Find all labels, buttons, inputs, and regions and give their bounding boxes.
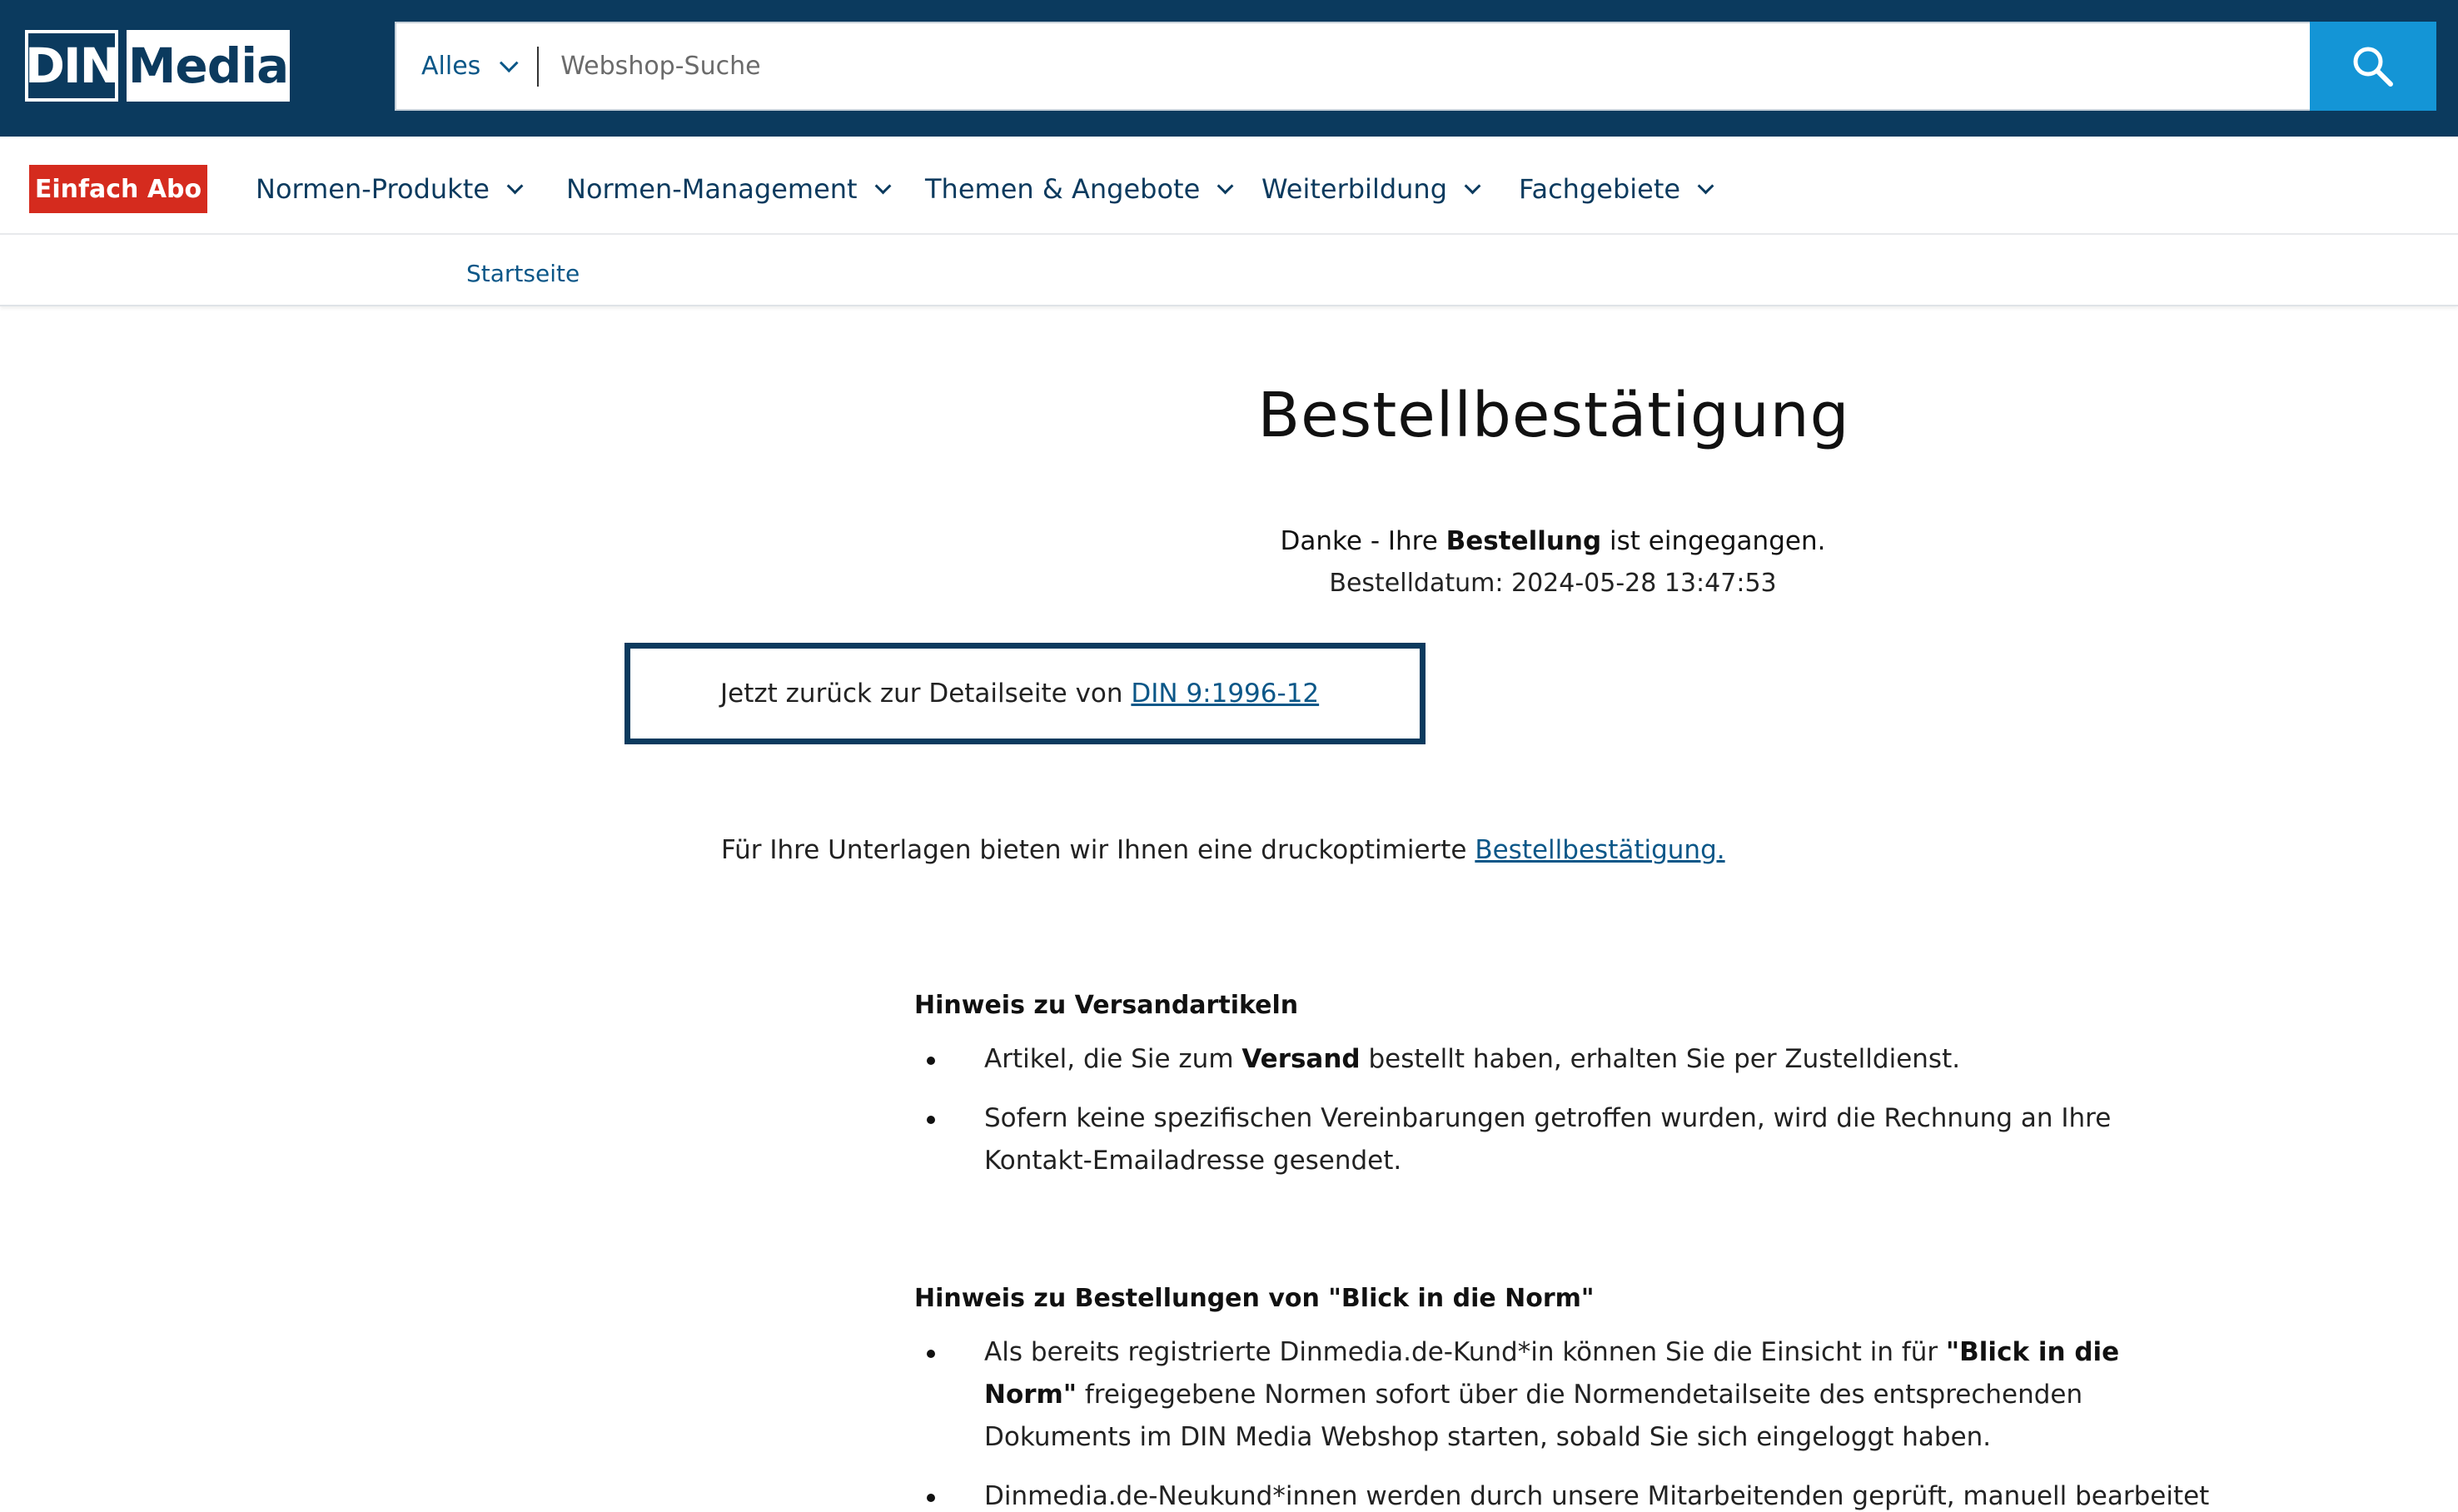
- chevron-down-icon: [1217, 177, 1234, 195]
- nav-item-label: Normen-Management: [566, 173, 858, 205]
- breadcrumb: Startseite: [0, 235, 2458, 306]
- nav-item-label: Themen & Angebote: [925, 173, 1201, 205]
- search-scope-select[interactable]: Alles: [396, 23, 537, 109]
- list-item-text-post: bestellt haben, erhalten Sie per Zustell…: [1360, 1044, 1961, 1074]
- search-bar: Alles: [395, 22, 2436, 111]
- page-title: Bestellbestätigung: [1257, 380, 1850, 451]
- thanks-text-post: ist eingegangen.: [1601, 526, 1826, 556]
- nav-item-themen-angebote[interactable]: Themen & Angebote: [925, 165, 1234, 213]
- breadcrumb-home-link[interactable]: Startseite: [466, 260, 580, 287]
- einfach-abo-button[interactable]: Einfach Abo: [29, 165, 207, 213]
- thanks-text-pre: Danke - Ihre: [1280, 526, 1446, 556]
- din-media-logo[interactable]: DIN Media: [25, 30, 290, 102]
- print-confirmation-link[interactable]: Bestellbestätigung.: [1475, 835, 1724, 865]
- shipping-notice-section: Hinweis zu Versandartikeln Artikel, die …: [914, 991, 2213, 1199]
- list-item-text-post: freigegebene Normen sofort über die Norm…: [984, 1380, 2083, 1452]
- shipping-notice-list: Artikel, die Sie zum Versand bestellt ha…: [914, 1038, 2213, 1182]
- logo-din-part: DIN: [25, 30, 120, 102]
- list-item: Dinmedia.de-Neukund*innen werden durch u…: [914, 1475, 2213, 1512]
- chevron-down-icon: [500, 52, 519, 72]
- nav-item-fachgebiete[interactable]: Fachgebiete: [1519, 165, 1714, 213]
- search-icon: [2353, 47, 2393, 87]
- order-date: Bestelldatum: 2024-05-28 13:47:53: [1329, 569, 1777, 598]
- nav-item-label: Weiterbildung: [1261, 173, 1448, 205]
- blick-notice-list: Als bereits registrierte Dinmedia.de-Kun…: [914, 1331, 2213, 1512]
- list-item-text-bold: Versand: [1241, 1044, 1361, 1074]
- order-thanks-message: Danke - Ihre Bestellung ist eingegangen.: [0, 526, 2458, 556]
- print-confirmation-line: Für Ihre Unterlagen bieten wir Ihnen ein…: [721, 835, 1725, 865]
- search-button[interactable]: [2310, 22, 2436, 111]
- chevron-down-icon: [1697, 177, 1714, 195]
- list-item: Artikel, die Sie zum Versand bestellt ha…: [914, 1038, 2213, 1081]
- nav-item-normen-produkte[interactable]: Normen-Produkte: [256, 165, 524, 213]
- chevron-down-icon: [506, 177, 524, 195]
- back-to-detail-text: Jetzt zurück zur Detailseite von: [720, 679, 1123, 709]
- top-header: DIN Media Alles: [0, 0, 2458, 137]
- list-item: Sofern keine spezifischen Vereinbarungen…: [914, 1097, 2213, 1182]
- nav-item-normen-management[interactable]: Normen-Management: [566, 165, 892, 213]
- nav-item-label: Fachgebiete: [1519, 173, 1681, 205]
- nav-item-label: Normen-Produkte: [256, 173, 490, 205]
- main-navigation: Einfach Abo Normen-Produkte Normen-Manag…: [0, 137, 2458, 235]
- shipping-notice-heading: Hinweis zu Versandartikeln: [914, 991, 1299, 1020]
- blick-notice-heading: Hinweis zu Bestellungen von "Blick in di…: [914, 1284, 1595, 1313]
- list-item-text-pre: Artikel, die Sie zum: [984, 1044, 1242, 1074]
- list-item-text-pre: Als bereits registrierte Dinmedia.de-Kun…: [984, 1337, 1947, 1367]
- logo-media-part: Media: [127, 30, 290, 102]
- search-input[interactable]: [539, 23, 2435, 109]
- product-detail-link[interactable]: DIN 9:1996-12: [1131, 679, 1319, 709]
- back-to-detail-box: Jetzt zurück zur Detailseite von DIN 9:1…: [624, 643, 1426, 744]
- thanks-text-bold: Bestellung: [1445, 526, 1602, 556]
- nav-item-weiterbildung[interactable]: Weiterbildung: [1261, 165, 1481, 213]
- print-text: Für Ihre Unterlagen bieten wir Ihnen ein…: [721, 835, 1475, 865]
- chevron-down-icon: [1464, 177, 1481, 195]
- blick-notice-section: Hinweis zu Bestellungen von "Blick in di…: [914, 1284, 2213, 1512]
- search-scope-label: Alles: [421, 52, 481, 81]
- list-item: Als bereits registrierte Dinmedia.de-Kun…: [914, 1331, 2213, 1459]
- chevron-down-icon: [874, 177, 892, 195]
